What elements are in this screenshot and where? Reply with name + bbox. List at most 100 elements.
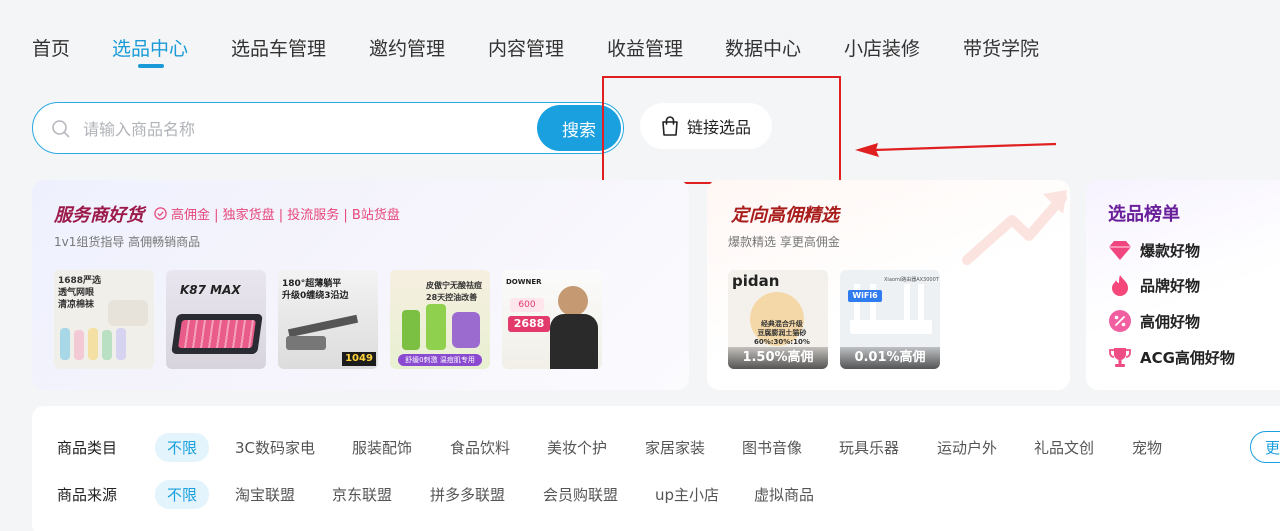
ranking-item-hot[interactable]: 爆款好物 热销 <box>1108 238 1200 262</box>
sock-shape <box>88 328 98 360</box>
category-chip-all[interactable]: 不限 <box>155 433 210 462</box>
product-caption-pidan: 1.50%高佣 <box>728 347 828 369</box>
category-chip[interactable]: 宠物 <box>1132 437 1162 458</box>
source-chip[interactable]: up主小店 <box>655 484 719 505</box>
thumb-skincare-text: 皮傲宁无酸祛痘 28天控油改善 <box>426 281 482 302</box>
category-chip[interactable]: 运动户外 <box>937 437 997 458</box>
product-thumb-jacket[interactable]: DOWNER 600 2688 <box>502 270 602 369</box>
thumb-keyboard-text: K87 MAX <box>180 283 241 297</box>
nav-data-center[interactable]: 数据中心 <box>725 34 801 61</box>
product-card-cat-litter[interactable]: pidan 经典混合升级 豆腐膨润土猫砂 60%:30%:10% 1.50%高佣 <box>728 270 828 369</box>
percent-icon <box>1109 310 1131 332</box>
sock-shape <box>60 328 70 360</box>
vacuum-shape <box>287 314 359 338</box>
source-chip-all[interactable]: 不限 <box>155 480 210 509</box>
category-chip[interactable]: 食品饮料 <box>450 437 510 458</box>
source-chip[interactable]: 京东联盟 <box>332 484 392 505</box>
thumb-socks-text: 1688严选 透气网眼 清凉棉袜 <box>58 276 102 310</box>
service-goods-tags: 高佣金 | 独家货盘 | 投流服务 | B站货盘 <box>154 204 400 223</box>
category-chip[interactable]: 家居家装 <box>645 437 705 458</box>
filter-panel: 商品类目 不限 3C数码家电 服装配饰 食品饮料 美妆个护 家居家装 图书音像 … <box>32 406 1280 531</box>
growth-arrow-decoration <box>962 190 1067 265</box>
sock-shape <box>108 300 148 326</box>
diamond-icon <box>1109 241 1131 260</box>
search-bar: 搜索 <box>32 102 624 154</box>
high-commission-card[interactable]: 定向高佣精选 爆款精选 享更高佣金 pidan 经典混合升级 豆腐膨润土猫砂 6… <box>707 180 1070 390</box>
ranking-item-brand[interactable]: 品牌好物 大牌 <box>1108 273 1200 297</box>
ranking-item-label: ACG高佣好物 <box>1140 348 1235 367</box>
product-thumb-keyboard[interactable]: K87 MAX <box>166 270 266 369</box>
product-desc-router: Xiaomi路由器AX3000T <box>884 277 939 283</box>
ranking-item-acg[interactable]: ACG高佣好物 AC <box>1108 345 1235 369</box>
service-goods-tags-text: 高佣金 | 独家货盘 | 投流服务 | B站货盘 <box>171 208 400 223</box>
nav-invitation-management[interactable]: 邀约管理 <box>369 34 445 61</box>
category-chip[interactable]: 3C数码家电 <box>235 437 315 458</box>
thumb-skincare-footer: 舒缓0刺激 温痘肌专用 <box>398 354 482 366</box>
category-chip[interactable]: 礼品文创 <box>1034 437 1094 458</box>
thumb-jacket-badge2: 600 <box>510 298 544 312</box>
annotation-arrow-icon <box>855 142 1057 157</box>
thumb-vacuum-text: 180°超薄躺平 升级0缠绕3沿边 <box>282 279 349 301</box>
ranking-item-label: 品牌好物 <box>1140 276 1201 295</box>
category-chip[interactable]: 服装配饰 <box>352 437 412 458</box>
nav-home[interactable]: 首页 <box>32 34 70 61</box>
router-antenna-shape <box>918 284 924 324</box>
top-nav: 首页 选品中心 选品车管理 邀约管理 内容管理 收益管理 数据中心 小店装修 带… <box>0 0 1280 80</box>
category-chip[interactable]: 美妆个护 <box>547 437 607 458</box>
bottle-shape <box>452 312 480 348</box>
source-filter-label: 商品来源 <box>57 486 118 504</box>
product-brand-pidan: pidan <box>732 272 780 290</box>
bottle-shape <box>426 304 446 350</box>
sock-shape <box>116 328 126 360</box>
bottle-shape <box>402 310 420 350</box>
category-chip[interactable]: 玩具乐器 <box>839 437 899 458</box>
router-antenna-shape <box>904 284 910 324</box>
search-icon <box>52 120 70 138</box>
person-body-shape <box>550 314 598 369</box>
service-goods-subtitle: 1v1组货指导 高佣畅销商品 <box>54 235 201 249</box>
source-chip[interactable]: 淘宝联盟 <box>235 484 295 505</box>
nav-shop-decoration[interactable]: 小店装修 <box>844 34 920 61</box>
service-goods-card[interactable]: 服务商好货 高佣金 | 独家货盘 | 投流服务 | B站货盘 1v1组货指导 高… <box>32 180 689 390</box>
product-desc-pidan: 经典混合升级 豆腐膨润土猫砂 60%:30%:10% <box>754 320 810 346</box>
product-caption-router: 0.01%高佣 <box>840 347 940 369</box>
source-chip[interactable]: 会员购联盟 <box>543 484 618 505</box>
trophy-icon <box>1109 348 1131 367</box>
keyboard-keys <box>178 320 256 348</box>
category-filter-label: 商品类目 <box>57 439 118 457</box>
product-thumb-socks[interactable]: 1688严选 透气网眼 清凉棉袜 <box>54 270 154 369</box>
sock-shape <box>74 330 84 360</box>
check-circle-icon <box>154 207 167 220</box>
nav-revenue-management[interactable]: 收益管理 <box>607 34 683 61</box>
high-commission-title: 定向高佣精选 <box>731 205 839 226</box>
product-thumb-vacuum[interactable]: 180°超薄躺平 升级0缠绕3沿边 1049 <box>278 270 378 369</box>
thumb-jacket-price: 2688 <box>508 316 550 332</box>
active-tab-indicator <box>138 64 164 68</box>
ranking-list-title: 选品榜单 <box>1108 204 1180 225</box>
ranking-item-label: 爆款好物 <box>1140 241 1201 260</box>
category-chip[interactable]: 图书音像 <box>742 437 802 458</box>
source-chip[interactable]: 拼多多联盟 <box>430 484 505 505</box>
more-categories-button[interactable]: 更多 <box>1250 431 1280 463</box>
sock-shape <box>102 330 112 360</box>
person-head-shape <box>558 286 588 316</box>
product-brand-wifi6: WiFi6 <box>848 290 882 302</box>
nav-selection-center[interactable]: 选品中心 <box>112 34 188 61</box>
service-goods-title: 服务商好货 <box>54 205 144 226</box>
flame-icon <box>1112 275 1128 296</box>
source-chip[interactable]: 虚拟商品 <box>754 484 814 505</box>
nav-academy[interactable]: 带货学院 <box>963 34 1039 61</box>
nav-content-management[interactable]: 内容管理 <box>488 34 564 61</box>
high-commission-subtitle: 爆款精选 享更高佣金 <box>728 235 840 249</box>
product-card-router[interactable]: WiFi6 Xiaomi路由器AX3000T 0.01%高佣 <box>840 270 940 369</box>
vacuum-shape <box>286 336 326 350</box>
nav-cart-management[interactable]: 选品车管理 <box>231 34 326 61</box>
product-thumb-skincare[interactable]: 皮傲宁无酸祛痘 28天控油改善 舒缓0刺激 温痘肌专用 <box>390 270 490 369</box>
thumb-jacket-text: DOWNER <box>506 278 542 286</box>
ranking-item-commission[interactable]: 高佣好物 高 <box>1108 309 1200 333</box>
ranking-list-card[interactable]: 选品榜单 爆款好物 热销 品牌好物 大牌 高佣好物 高 ACG高佣好物 AC <box>1086 180 1280 390</box>
ranking-item-label: 高佣好物 <box>1140 312 1201 331</box>
thumb-vacuum-price: 1049 <box>342 352 376 366</box>
search-input[interactable] <box>83 115 523 143</box>
annotation-highlight-box <box>602 76 841 184</box>
